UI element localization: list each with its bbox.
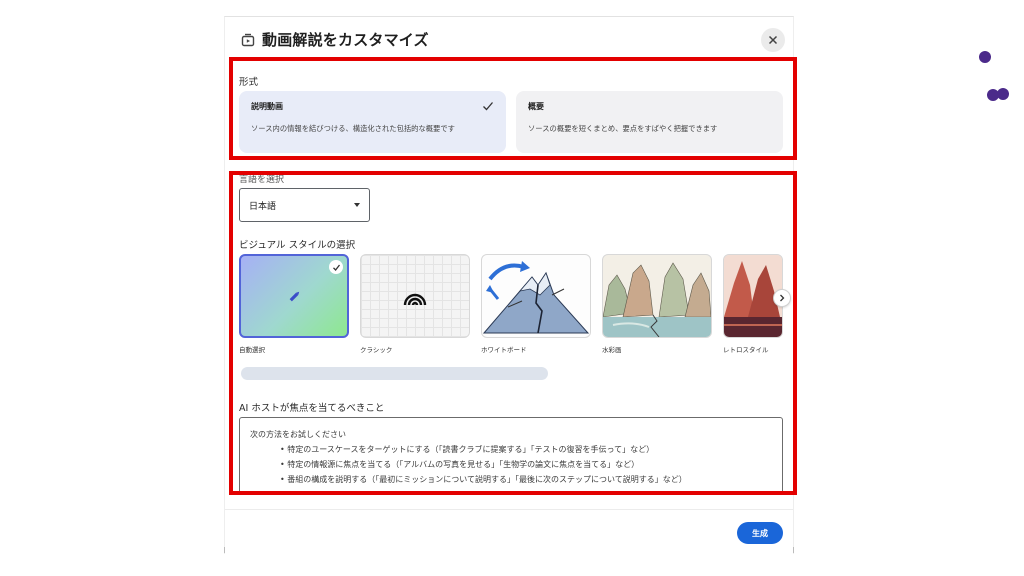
dialog-title: 動画解説をカスタマイズ [262,31,429,49]
footer-divider [225,509,793,510]
dialog-corner-mark [224,547,225,553]
dialog-header: 動画解説をカスタマイズ [225,17,793,61]
dialog-corner-mark [793,547,794,553]
annotation-box-format [229,57,797,160]
close-button[interactable] [761,28,785,52]
close-icon [768,35,778,45]
generate-button[interactable]: 生成 [737,522,783,544]
annotation-box-options [229,171,797,495]
decorative-dot [979,51,991,63]
decorative-dot [997,88,1009,100]
video-overview-icon [241,33,255,47]
